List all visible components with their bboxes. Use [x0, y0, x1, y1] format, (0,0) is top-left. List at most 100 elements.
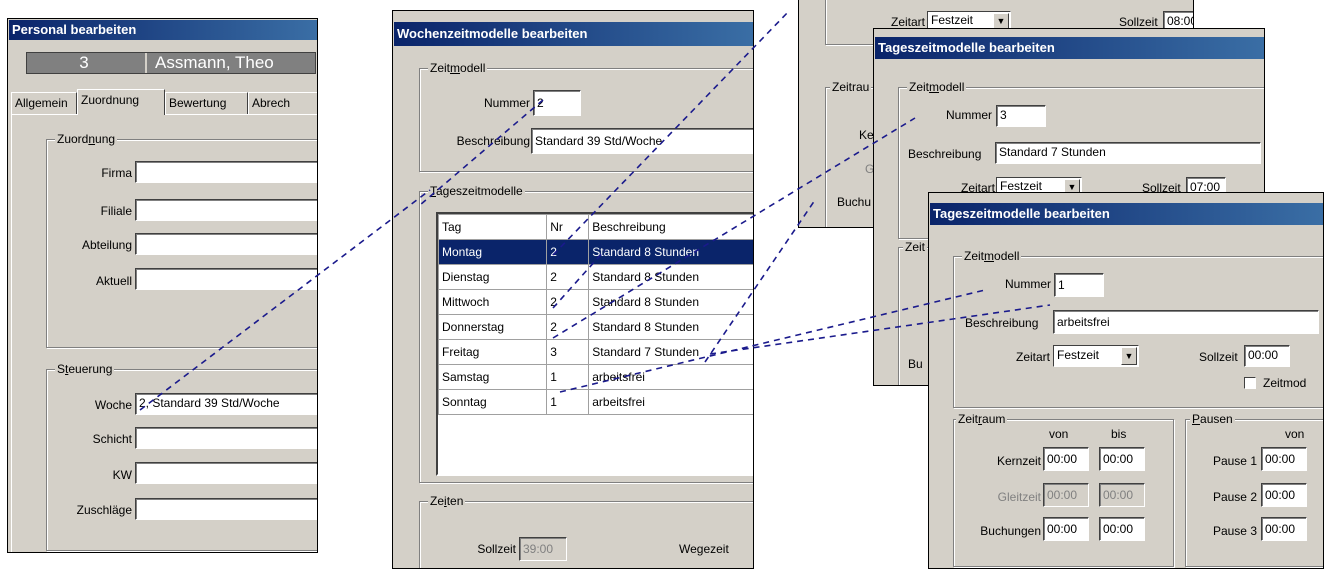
woche-nummer-input[interactable]: 2: [533, 90, 581, 116]
woche-sollzeit-label: Sollzeit: [477, 542, 516, 556]
woche-input[interactable]: 2, Standard 39 Std/Woche: [135, 393, 317, 415]
column-header-beschreibung[interactable]: Beschreibung: [588, 214, 753, 240]
table-row[interactable]: Sonntag 1 arbeitsfrei: [437, 389, 753, 415]
kw-input[interactable]: [135, 462, 317, 484]
front-zeitart-select[interactable]: Festzeit ▼: [1053, 345, 1139, 367]
wegezeit-label: Wegezeit: [679, 542, 729, 556]
buchungen-bis-input[interactable]: 00:00: [1099, 517, 1145, 541]
front-zeitraum-caption: Zeitraum: [956, 412, 1008, 426]
firma-input[interactable]: [135, 161, 317, 183]
tab-bewertung[interactable]: Bewertung: [165, 92, 248, 114]
back-buchungen-label: Buchu: [837, 195, 872, 209]
mid-zeitmodell-caption: Zeitmodell: [907, 80, 967, 94]
row-nr: 3: [546, 339, 590, 365]
table-row[interactable]: Donnerstag 2 Standard 8 Stunden: [437, 314, 753, 340]
row-beschreibung: Standard 8 Stunden: [588, 314, 753, 340]
personal-window: Personal bearbeiten 3 Assmann, Theo Allg…: [7, 18, 318, 553]
front-zeitart-label: Zeitart: [1015, 350, 1050, 364]
front-sollzeit-input[interactable]: 00:00: [1244, 345, 1290, 367]
tab-zuordnung[interactable]: Zuordnung: [77, 89, 165, 115]
mid-zeitart-value: Festzeit: [1000, 179, 1043, 193]
table-header-row: Tag Nr Beschreibung: [437, 214, 753, 240]
front-zeitmodell-caption: Zeitmodell: [962, 249, 1022, 263]
abteilung-input[interactable]: [135, 233, 317, 255]
kernzeit-label: Kernzeit: [996, 454, 1041, 468]
pause3-label: Pause 3: [1212, 524, 1257, 538]
zeitmodell-checkbox-label: Zeitmod: [1263, 376, 1307, 390]
pause3-von-input[interactable]: 00:00: [1261, 517, 1307, 541]
tab-allgemein[interactable]: Allgemein: [11, 92, 77, 114]
row-nr: 2: [546, 239, 590, 265]
mid-buchungen-label: Bu: [908, 357, 923, 371]
woche-nummer-label: Nummer: [483, 96, 530, 110]
tageszeitmodelle-list[interactable]: Tag Nr Beschreibung Montag 2 Standard 8 …: [436, 212, 753, 476]
aktuell-input[interactable]: [135, 268, 317, 290]
pausen-caption: Pausen: [1190, 412, 1235, 426]
pause1-von-input[interactable]: 00:00: [1261, 447, 1307, 471]
row-tag: Freitag: [437, 339, 548, 365]
abteilung-label: Abteilung: [81, 238, 132, 252]
zeitraum-von-label: von: [1049, 427, 1069, 441]
filiale-label: Filiale: [100, 204, 132, 218]
row-nr: 2: [546, 289, 590, 315]
table-row[interactable]: Dienstag 2 Standard 8 Stunden: [437, 264, 753, 290]
table-row[interactable]: Montag 2 Standard 8 Stunden: [437, 239, 753, 265]
employee-header: 3 Assmann, Theo: [26, 52, 316, 74]
zuschlaege-input[interactable]: [135, 498, 317, 520]
row-beschreibung: arbeitsfrei: [588, 364, 753, 390]
front-sollzeit-label: Sollzeit: [1199, 350, 1238, 364]
pause2-von-input[interactable]: 00:00: [1261, 483, 1307, 507]
front-beschreibung-input[interactable]: arbeitsfrei: [1053, 310, 1319, 334]
row-tag: Sonntag: [437, 389, 548, 415]
column-header-tag[interactable]: Tag: [437, 214, 548, 240]
tab-abrechnung[interactable]: Abrech: [248, 92, 317, 114]
zeiten-group: Zeiten: [419, 494, 753, 568]
woche-beschreibung-label: Beschreibung: [456, 134, 530, 148]
row-tag: Dienstag: [437, 264, 548, 290]
tab-strip: Allgemein Zuordnung Bewertung Abrech: [11, 89, 317, 115]
woche-sollzeit-input: 39:00: [519, 537, 567, 561]
tageszeitmodelle-table: Tag Nr Beschreibung Montag 2 Standard 8 …: [437, 214, 753, 415]
pausen-von-label: von: [1285, 427, 1305, 441]
wochenzeitmodell-window: Wochenzeitmodelle bearbeiten Zeitmodell …: [392, 10, 754, 569]
row-nr: 2: [546, 314, 590, 340]
employee-number: 3: [79, 53, 89, 72]
table-row[interactable]: Samstag 1 arbeitsfrei: [437, 364, 753, 390]
gleitzeit-label: Gleitzeit: [997, 490, 1041, 504]
row-beschreibung: Standard 7 Stunden: [588, 339, 753, 365]
zuschlaege-label: Zuschläge: [76, 503, 132, 517]
table-row[interactable]: Freitag 3 Standard 7 Stunden: [437, 339, 753, 365]
woche-zeitmodell-group: Zeitmodell: [419, 61, 753, 172]
mid-beschreibung-input[interactable]: Standard 7 Stunden: [995, 142, 1261, 164]
table-row[interactable]: Mittwoch 2 Standard 8 Stunden: [437, 289, 753, 315]
row-beschreibung: Standard 8 Stunden: [588, 289, 753, 315]
personal-window-title: Personal bearbeiten: [9, 20, 317, 40]
aktuell-label: Aktuell: [95, 274, 132, 288]
front-nummer-input[interactable]: 1: [1054, 273, 1104, 297]
column-header-nr[interactable]: Nr: [546, 214, 590, 240]
pause1-label: Pause 1: [1212, 454, 1257, 468]
kernzeit-bis-input[interactable]: 00:00: [1099, 447, 1145, 471]
zeiten-group-caption: Zeiten: [428, 494, 466, 508]
front-window-title: Tageszeitmodelle bearbeiten: [930, 203, 1323, 225]
front-zeitart-value: Festzeit: [1057, 348, 1100, 362]
chevron-down-icon: ▼: [1121, 347, 1137, 365]
woche-beschreibung-input[interactable]: Standard 39 Std/Woche: [531, 128, 753, 154]
buchungen-label: Buchungen: [980, 524, 1041, 538]
firma-label: Firma: [101, 166, 132, 180]
row-nr: 2: [546, 264, 590, 290]
mid-nummer-input[interactable]: 3: [996, 105, 1046, 127]
woche-label: Woche: [94, 398, 132, 412]
gleitzeit-von-input: 00:00: [1043, 483, 1089, 507]
schicht-label: Schicht: [92, 432, 132, 446]
kernzeit-von-input[interactable]: 00:00: [1043, 447, 1089, 471]
woche-zeitmodell-group-caption: Zeitmodell: [428, 61, 488, 75]
schicht-input[interactable]: [135, 427, 317, 449]
buchungen-von-input[interactable]: 00:00: [1043, 517, 1089, 541]
steuerung-group-caption: Steuerung: [55, 362, 115, 376]
gleitzeit-bis-input: 00:00: [1099, 483, 1145, 507]
row-tag: Montag: [437, 239, 548, 265]
wochenzeitmodell-window-title: Wochenzeitmodelle bearbeiten: [394, 22, 753, 46]
zeitmodell-checkbox[interactable]: [1244, 377, 1256, 389]
filiale-input[interactable]: [135, 199, 317, 221]
